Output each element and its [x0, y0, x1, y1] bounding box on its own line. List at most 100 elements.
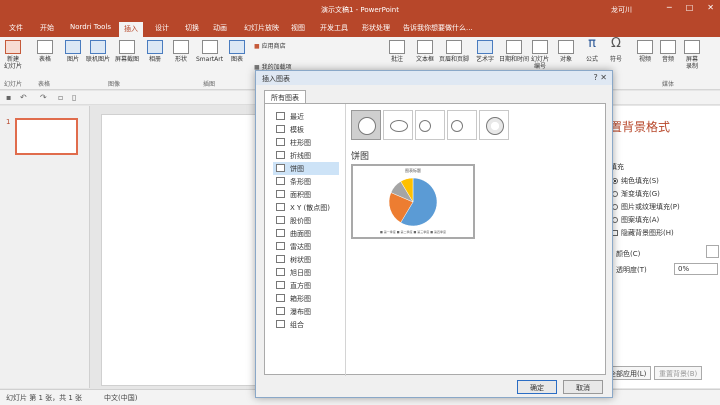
tab-animations[interactable]: 动画 [213, 23, 227, 33]
chart-category-icon [276, 268, 285, 276]
table-button[interactable]: 表格 [37, 40, 53, 63]
undo-icon[interactable]: ↶ [20, 93, 27, 102]
slide-number-button[interactable]: 幻灯片 编号 [531, 40, 549, 70]
color-picker-button[interactable] [706, 245, 719, 258]
tab-home[interactable]: 开始 [40, 23, 54, 33]
transparency-input[interactable]: 0% [674, 263, 718, 275]
subtype-pie[interactable] [351, 110, 381, 140]
chart-button[interactable]: 图表 [229, 40, 245, 63]
subtype-bar-of-pie[interactable] [447, 110, 477, 140]
bar-of-pie-icon [451, 120, 463, 132]
group-media-label: 媒体 [662, 81, 675, 88]
new-slide-button[interactable]: 新建 幻灯片 [4, 40, 22, 70]
online-picture-button[interactable]: 联机图片 [86, 40, 110, 63]
tab-transitions[interactable]: 切换 [185, 23, 199, 33]
datetime-button[interactable]: 日期和时间 [499, 40, 529, 63]
chart-category-item[interactable]: 模板 [273, 123, 339, 136]
picture-button[interactable]: 图片 [65, 40, 81, 63]
subtype-doughnut[interactable] [479, 110, 509, 140]
redo-icon[interactable]: ↷ [40, 93, 47, 102]
camera-icon [119, 40, 135, 54]
chart-category-item[interactable]: 最近 [273, 110, 339, 123]
chart-category-item[interactable]: 雷达图 [273, 240, 339, 253]
tell-me-search[interactable]: 告诉我你想要做什么... [403, 23, 473, 33]
tab-shape-processing[interactable]: 形状处理 [362, 23, 390, 33]
chart-category-item[interactable]: 条形图 [273, 175, 339, 188]
format-background-pane: 置背景格式 填充 纯色填充(S) 渐变填充(G) 图片或纹理填充(P) 图案填充… [601, 106, 720, 388]
chart-category-icon [276, 242, 285, 250]
pattern-fill-radio[interactable]: 图案填充(A) [612, 215, 659, 225]
chart-category-item[interactable]: 柱形图 [273, 136, 339, 149]
comment-button[interactable]: 批注 [389, 40, 405, 63]
tab-slideshow[interactable]: 幻灯片放映 [244, 23, 279, 33]
hide-background-checkbox[interactable]: 隐藏背景图形(H) [612, 228, 674, 238]
save-icon[interactable]: ▪ [6, 93, 11, 102]
language-indicator[interactable]: 中文(中国) [104, 393, 137, 403]
tab-file[interactable]: 文件 [9, 23, 23, 33]
shapes-button[interactable]: 形状 [173, 40, 189, 63]
smartart-button[interactable]: SmartArt [196, 40, 223, 63]
slide-thumbnail-pane: 1 [0, 106, 90, 388]
title-bar: 演示文稿1 - PowerPoint 龙可川 ─ □ ✕ [0, 0, 720, 20]
textbox-button[interactable]: 文本框 [416, 40, 434, 63]
tab-nordri-tools[interactable]: Nordri Tools [70, 23, 111, 31]
chart-category-item[interactable]: 面积图 [273, 188, 339, 201]
cancel-button[interactable]: 取消 [563, 380, 603, 394]
close-icon[interactable]: ✕ [707, 3, 714, 12]
tab-all-charts[interactable]: 所有图表 [264, 90, 306, 103]
gradient-fill-radio[interactable]: 渐变填充(G) [612, 189, 660, 199]
chart-category-item[interactable]: 饼图 [273, 162, 339, 175]
audio-button[interactable]: 音频 [660, 40, 676, 63]
chart-category-item[interactable]: 股价图 [273, 214, 339, 227]
selected-chart-type: 饼图 [351, 152, 370, 162]
user-name[interactable]: 龙可川 [611, 5, 632, 15]
chart-category-item[interactable]: 箱形图 [273, 292, 339, 305]
ribbon-tabs: 文件 开始 Nordri Tools 插入 设计 切换 动画 幻灯片放映 视图 … [0, 20, 720, 37]
object-button[interactable]: 对象 [558, 40, 574, 63]
slide-number-icon [532, 40, 548, 54]
album-button[interactable]: 相册 [147, 40, 163, 63]
header-footer-button[interactable]: 页眉和页脚 [439, 40, 469, 63]
screen-recording-button[interactable]: 屏幕 录制 [684, 40, 700, 70]
chart-category-item[interactable]: 树状图 [273, 253, 339, 266]
slide-thumbnail[interactable] [15, 118, 78, 155]
chart-category-item[interactable]: 曲面图 [273, 227, 339, 240]
transparency-label: 透明度(T) [616, 266, 647, 274]
ok-button[interactable]: 确定 [517, 380, 557, 394]
tab-developer[interactable]: 开发工具 [320, 23, 348, 33]
pie-chart [388, 177, 438, 227]
screen-recording-icon [684, 40, 700, 54]
tab-view[interactable]: 视图 [291, 23, 305, 33]
subtype-3d-pie[interactable] [383, 110, 413, 140]
paste-icon[interactable]: ▫ [58, 93, 63, 102]
chart-category-item[interactable]: 直方图 [273, 279, 339, 292]
maximize-icon[interactable]: □ [686, 3, 694, 12]
pie-subtype-list [351, 110, 509, 140]
symbol-button[interactable]: Ω 符号 [610, 37, 622, 63]
chart-category-item[interactable]: 折线图 [273, 149, 339, 162]
video-button[interactable]: 视频 [637, 40, 653, 63]
chart-category-icon [276, 190, 285, 198]
picture-fill-radio[interactable]: 图片或纹理填充(P) [612, 202, 680, 212]
tab-insert[interactable]: 插入 [119, 22, 143, 37]
tab-design[interactable]: 设计 [155, 23, 169, 33]
equation-button[interactable]: π 公式 [586, 37, 598, 63]
pie-icon [358, 117, 376, 135]
new-document-icon[interactable]: ▯ [72, 93, 76, 102]
screenshot-button[interactable]: 屏幕截图 [115, 40, 139, 63]
dialog-close-icon[interactable]: ? ✕ [594, 73, 608, 82]
chart-category-item[interactable]: 瀑布图 [273, 305, 339, 318]
chart-category-icon [276, 151, 285, 159]
wordart-button[interactable]: 艺术字 [476, 40, 494, 63]
chart-preview[interactable]: 图表标题 ■ 第一季度 ■ 第二季度 ■ 第三季度 ■ 第四季度 [351, 164, 475, 239]
chart-category-item[interactable]: 旭日图 [273, 266, 339, 279]
store-button[interactable]: ■ 应用商店 [254, 43, 286, 50]
solid-fill-radio[interactable]: 纯色填充(S) [612, 176, 659, 186]
reset-background-button[interactable]: 重置背景(B) [654, 366, 703, 380]
chart-category-icon [276, 229, 285, 237]
subtype-pie-of-pie[interactable] [415, 110, 445, 140]
chart-category-item[interactable]: X Y (散点图) [273, 201, 339, 214]
minimize-icon[interactable]: ─ [667, 3, 672, 12]
speaker-icon [660, 40, 676, 54]
chart-category-item[interactable]: 组合 [273, 318, 339, 331]
